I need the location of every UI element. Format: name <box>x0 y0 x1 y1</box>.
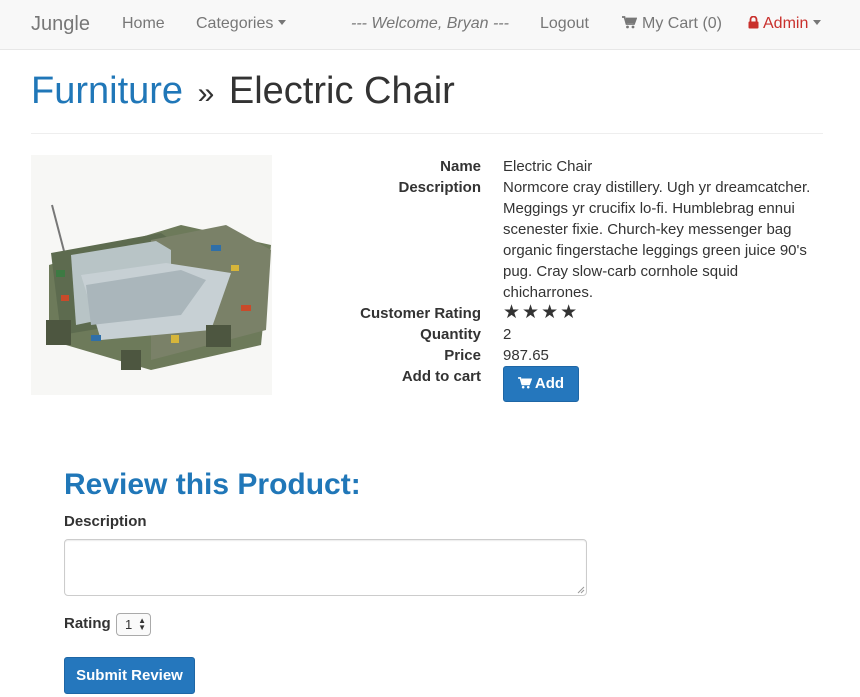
detail-price-value: 987.65 <box>503 347 549 364</box>
page-header: Furniture » Electric Chair <box>31 68 823 134</box>
submit-review-button[interactable]: Submit Review <box>64 657 195 694</box>
add-to-cart-button[interactable]: Add <box>503 366 579 402</box>
brand-link[interactable]: Jungle <box>31 0 90 49</box>
select-arrows-icon: ▲ ▼ <box>138 616 146 632</box>
detail-price-label: Price <box>444 347 481 364</box>
product-details: Name Electric Chair Description Normcore… <box>300 156 830 387</box>
product-title: Electric Chair <box>228 70 455 112</box>
detail-description-label: Description <box>398 179 481 196</box>
category-link[interactable]: Furniture <box>31 70 183 112</box>
rating-select-value: 1 <box>125 617 133 632</box>
admin-dropdown[interactable]: Admin <box>748 0 822 49</box>
cart-icon <box>517 376 533 388</box>
electric-chair-image <box>46 204 271 370</box>
nav-home-link[interactable]: Home <box>122 0 165 49</box>
review-title: Review this Product: <box>64 468 361 501</box>
detail-name-label: Name <box>440 158 481 175</box>
detail-name-row: Name Electric Chair <box>300 156 830 177</box>
nav-categories-dropdown[interactable]: Categories <box>196 0 287 49</box>
resize-grip-icon[interactable] <box>577 586 585 594</box>
review-rating-label: Rating <box>64 615 111 632</box>
rating-select[interactable]: 1 ▲ ▼ <box>116 613 151 636</box>
detail-quantity-value: 2 <box>503 326 512 343</box>
detail-description-value: Normcore cray distillery. Ugh yr dreamca… <box>503 179 811 301</box>
detail-quantity-row: Quantity 2 <box>300 324 830 345</box>
caret-down-icon <box>278 20 287 26</box>
detail-rating-label: Customer Rating <box>360 305 481 322</box>
detail-rating-row: Customer Rating ★★★★ <box>300 303 830 324</box>
detail-cart-label: Add to cart <box>401 368 481 385</box>
add-button-label: Add <box>534 375 565 392</box>
admin-label: Admin <box>763 15 809 32</box>
detail-price-row: Price 987.65 <box>300 345 830 366</box>
review-description-textarea[interactable] <box>64 539 587 596</box>
cart-icon <box>622 15 637 29</box>
navbar: Jungle Home Categories --- Welcome, Brya… <box>0 0 860 50</box>
breadcrumb-separator: » <box>197 77 215 110</box>
detail-description-row: Description Normcore cray distillery. Ug… <box>300 177 830 303</box>
lock-icon <box>748 15 759 29</box>
cart-link[interactable]: My Cart (0) <box>622 0 722 49</box>
nav-categories-label: Categories <box>196 15 274 32</box>
product-image <box>31 155 272 395</box>
detail-quantity-label: Quantity <box>420 326 481 343</box>
welcome-text: --- Welcome, Bryan --- <box>351 15 509 32</box>
star-icon: ★★★★ <box>503 302 580 323</box>
detail-name-value: Electric Chair <box>503 158 593 175</box>
cart-label: My Cart (0) <box>642 15 722 32</box>
review-description-label: Description <box>64 513 147 530</box>
logout-link[interactable]: Logout <box>540 0 589 49</box>
caret-down-icon <box>813 20 822 26</box>
page-title: Furniture » Electric Chair <box>31 68 823 117</box>
